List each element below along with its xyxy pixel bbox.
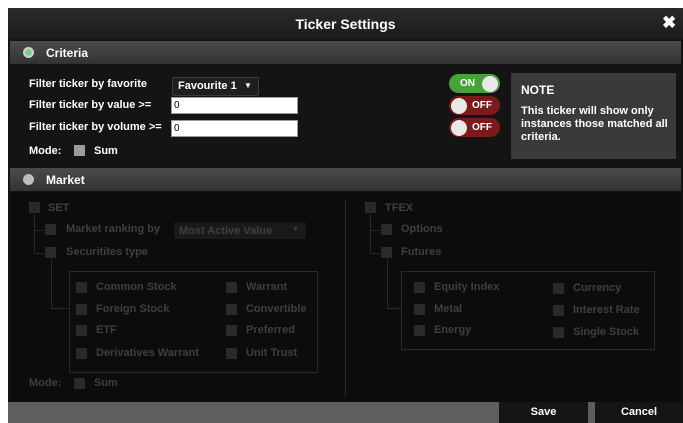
tfex-checkbox[interactable] [365,202,376,213]
ticker-settings-dialog: Ticker Settings ✖ Criteria Filter ticker… [8,8,683,423]
cancel-button[interactable]: Cancel [595,402,683,423]
common-stock-checkbox[interactable] [76,282,87,293]
foreign-stock-label: Foreign Stock [96,303,170,315]
market-sum-checkbox[interactable] [74,378,85,389]
ranking-select-value: Most Active Value [179,225,273,237]
tree-line [370,214,371,254]
tree-line [387,308,401,309]
market-divider [345,200,346,396]
equity-index-label: Equity Index [434,281,500,293]
set-label: SET [48,202,70,214]
interest-rate-checkbox[interactable] [553,305,564,316]
toggle-knob [451,97,467,114]
volume-filter-input[interactable]: 0 [171,120,298,137]
single-stock-checkbox[interactable] [553,327,564,338]
metal-label: Metal [434,303,463,315]
favorite-filter-toggle[interactable]: ON [449,74,500,93]
volume-filter-label: Filter ticker by volume >= [29,121,162,133]
futures-label: Futures [401,246,442,258]
convertible-label: Convertible [246,303,307,315]
favorite-select-value: Favourite 1 [178,80,237,92]
favorite-toggle-label: ON [460,78,475,89]
set-checkbox[interactable] [29,202,40,213]
note-text: This ticker will show only instances tho… [521,105,668,143]
tree-line [387,258,388,308]
metal-checkbox[interactable] [414,304,425,315]
market-mode-label: Mode: [29,377,62,389]
favorite-select[interactable]: Favourite 1 ▼ [172,77,259,96]
securities-type-checkbox[interactable] [45,247,56,258]
title-bar: Ticker Settings ✖ [8,8,683,39]
value-filter-input[interactable]: 0 [171,97,298,114]
chevron-down-icon: ▼ [244,81,252,90]
common-stock-label: Common Stock [96,281,177,293]
tree-line [51,258,52,308]
volume-filter-toggle[interactable]: OFF [449,118,500,137]
chevron-down-icon: ▼ [292,226,299,233]
volume-toggle-label: OFF [472,122,492,133]
dialog-title: Ticker Settings [295,16,396,32]
currency-label: Currency [573,282,622,294]
foreign-stock-checkbox[interactable] [76,304,87,315]
ranking-checkbox[interactable] [45,224,56,235]
unit-trust-checkbox[interactable] [226,348,237,359]
futures-checkbox[interactable] [381,247,392,258]
criteria-sum-checkbox[interactable] [74,145,85,156]
note-title: NOTE [521,83,555,97]
ranking-label: Market ranking by [66,223,161,235]
currency-checkbox[interactable] [553,283,564,294]
unit-trust-label: Unit Trust [246,347,298,359]
single-stock-label: Single Stock [573,326,640,338]
warrant-checkbox[interactable] [226,282,237,293]
tree-line [34,253,44,254]
energy-label: Energy [434,324,472,336]
etf-label: ETF [96,324,117,336]
preferred-label: Preferred [246,324,295,336]
securities-type-label: Securitites type [66,246,148,258]
ranking-select[interactable]: Most Active Value ▼ [174,222,306,239]
criteria-section-header[interactable]: Criteria [10,41,681,64]
convertible-checkbox[interactable] [226,304,237,315]
interest-rate-label: Interest Rate [573,304,640,316]
favorite-filter-label: Filter ticker by favorite [29,78,147,90]
etf-checkbox[interactable] [76,325,87,336]
tree-line [34,230,44,231]
criteria-mode-label: Mode: [29,145,62,157]
derivatives-warrant-checkbox[interactable] [76,348,87,359]
tree-line [370,253,380,254]
toggle-knob [482,75,498,92]
equity-index-checkbox[interactable] [414,282,425,293]
footer-bar: Save Cancel [8,402,683,423]
criteria-section-label: Criteria [46,46,89,60]
note-panel: NOTE This ticker will show only instance… [511,73,676,159]
close-icon[interactable]: ✖ [662,14,676,32]
tfex-label: TFEX [385,202,414,214]
value-filter-toggle[interactable]: OFF [449,96,500,115]
value-toggle-label: OFF [472,100,492,111]
derivatives-warrant-label: Derivatives Warrant [96,347,199,359]
options-label: Options [401,223,443,235]
market-sum-label: Sum [94,377,118,389]
criteria-radio[interactable] [23,47,34,58]
save-button[interactable]: Save [499,402,588,423]
market-section-label: Market [46,173,85,187]
tree-line [34,214,35,254]
market-section-header[interactable]: Market [10,168,681,191]
value-filter-label: Filter ticker by value >= [29,99,152,111]
market-radio[interactable] [23,174,34,185]
tree-line [370,230,380,231]
options-checkbox[interactable] [381,224,392,235]
toggle-knob [451,119,467,136]
warrant-label: Warrant [246,281,288,293]
energy-checkbox[interactable] [414,325,425,336]
tree-line [51,308,69,309]
criteria-sum-label: Sum [94,145,118,157]
preferred-checkbox[interactable] [226,325,237,336]
